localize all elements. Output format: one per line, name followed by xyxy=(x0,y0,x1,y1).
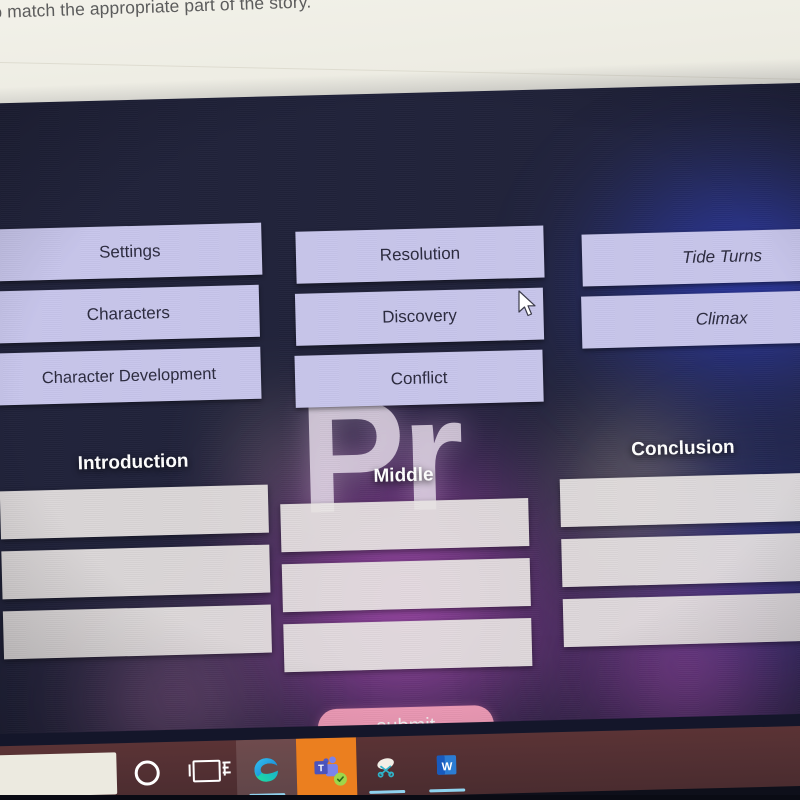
worksheet-instruction-text: o match the appropriate part of the stor… xyxy=(0,0,312,22)
taskbar-item-snip-sketch[interactable] xyxy=(356,736,417,797)
word-card-characters[interactable]: Characters xyxy=(0,284,260,344)
word-card-tide-turns[interactable]: Tide Turns xyxy=(581,227,800,287)
taskbar-running-indicator xyxy=(429,788,466,793)
word-card-climax[interactable]: Climax xyxy=(581,289,800,349)
taskbar-item-word[interactable]: W xyxy=(416,734,477,795)
word-card-resolution[interactable]: Resolution xyxy=(295,225,545,284)
svg-text:T: T xyxy=(318,763,324,773)
svg-text:W: W xyxy=(442,761,453,773)
snip-sketch-icon xyxy=(377,758,395,778)
cortana-circle-icon xyxy=(133,759,160,786)
screen-lower-bezel xyxy=(0,795,800,800)
teams-status-check-icon xyxy=(333,772,348,786)
taskbar-item-edge[interactable] xyxy=(235,738,298,800)
word-card-character-development[interactable]: Character Development xyxy=(0,346,262,406)
word-card-conflict[interactable]: Conflict xyxy=(294,349,544,408)
task-view-icon xyxy=(192,759,231,783)
taskbar-running-indicator xyxy=(369,790,406,794)
word-card-settings[interactable]: Settings xyxy=(0,222,263,282)
screenshot-root: o match the appropriate part of the stor… xyxy=(0,0,800,800)
monitor-screen: Pr Introduction Middle Conclusion Settin… xyxy=(0,81,800,764)
word-icon: W xyxy=(436,755,457,775)
edge-icon xyxy=(254,758,278,782)
word-card-tray: Settings Characters Character Developmen… xyxy=(0,82,800,764)
taskbar-item-task-view[interactable] xyxy=(176,740,237,800)
word-card-discovery[interactable]: Discovery xyxy=(294,287,545,346)
taskbar-search-input[interactable] xyxy=(0,752,118,798)
taskbar-item-cortana[interactable] xyxy=(116,742,177,800)
taskbar-item-teams[interactable]: T xyxy=(295,737,358,799)
